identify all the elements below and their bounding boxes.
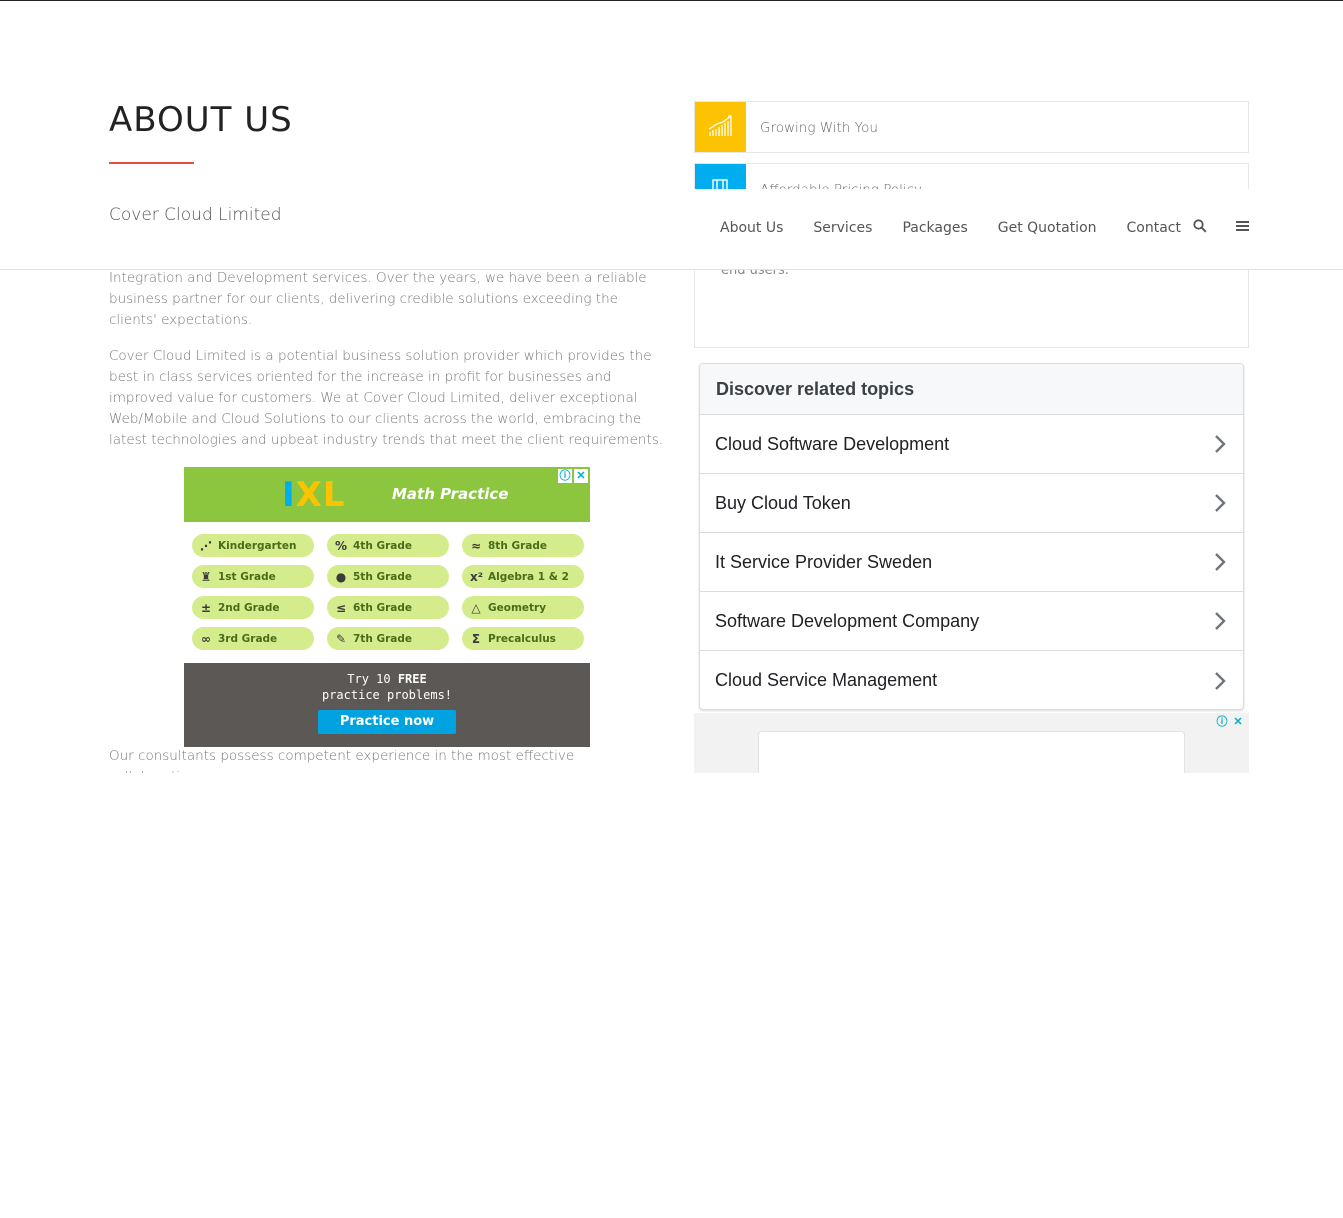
- site-header: Cover Cloud Limited About Us Services Pa…: [0, 189, 1343, 270]
- main-nav: About Us Services Packages Get Quotation…: [720, 220, 1211, 236]
- topic-label: Cloud Software Development: [715, 433, 950, 454]
- topic-row[interactable]: Cloud Service Management: [700, 651, 1243, 709]
- x-squared-icon: x²: [470, 569, 483, 584]
- apple-icon: ●: [335, 569, 347, 584]
- grade-grid: ⋰ Kindergarten % 4th Grade ≈8th Grade ♜ 1st…: [192, 534, 584, 650]
- grade-pill-algebra[interactable]: x² Algebra 1 & 2: [462, 565, 584, 588]
- ixl-advertisement[interactable]: IXL Math Practice ⓘ ✕ ⋰ Kindergarten % 4th…: [184, 467, 590, 747]
- triangle-icon: △: [471, 600, 481, 615]
- ad-close-icon[interactable]: ✕: [574, 469, 588, 483]
- grade-pill-kindergarten[interactable]: ⋰ Kindergarten: [192, 534, 314, 557]
- related-topics-widget: Discover related topics Cloud Software D…: [699, 363, 1244, 710]
- percent-icon: %: [335, 538, 348, 553]
- practice-now-button[interactable]: Practice now: [318, 710, 456, 734]
- feature-growing-with-you[interactable]: Growing With You: [694, 101, 1249, 153]
- chevron-right-icon: [1215, 494, 1226, 512]
- bottom-advertisement[interactable]: ⓘ ✕: [694, 713, 1249, 773]
- nav-get-quotation[interactable]: Get Quotation: [998, 220, 1097, 236]
- grade-pill-8th[interactable]: ≈8th Grade: [462, 534, 584, 557]
- ad-card[interactable]: [758, 731, 1185, 773]
- less-equal-icon: ≤: [335, 600, 347, 615]
- grade-pill-2nd[interactable]: ±2nd Grade: [192, 596, 314, 619]
- title-underline: [109, 162, 194, 164]
- about-paragraph-1: Integration and Development services. Ov…: [109, 270, 647, 328]
- grade-pill-5th[interactable]: ● 5th Grade: [327, 565, 449, 588]
- plus-minus-icon: ±: [200, 600, 212, 615]
- topic-row[interactable]: Software Development Company: [700, 592, 1243, 651]
- pencil-icon: ✎: [335, 631, 347, 646]
- topic-row[interactable]: Buy Cloud Token: [700, 474, 1243, 533]
- chevron-right-icon: [1215, 435, 1226, 453]
- page-viewport: ABOUT US Integration and Development ser…: [0, 0, 1343, 773]
- grade-pill-1st[interactable]: ♜ 1st Grade: [192, 565, 314, 588]
- brand-name[interactable]: Cover Cloud Limited: [109, 205, 282, 225]
- chevron-right-icon: [1215, 612, 1226, 630]
- chevron-right-icon: [1215, 671, 1226, 690]
- grade-pill-6th[interactable]: ≤6th Grade: [327, 596, 449, 619]
- ad-choices[interactable]: ⓘ ✕: [1215, 715, 1245, 729]
- ad-info-icon[interactable]: ⓘ: [558, 469, 572, 483]
- feature-label: Growing With You: [760, 120, 878, 136]
- approx-icon: ≈: [470, 538, 482, 553]
- nav-packages[interactable]: Packages: [902, 220, 967, 236]
- topic-row[interactable]: Cloud Software Development: [700, 415, 1243, 474]
- search-icon[interactable]: [1193, 219, 1207, 237]
- nav-services[interactable]: Services: [813, 220, 872, 236]
- sigma-icon: Σ: [471, 631, 481, 646]
- topic-label: Buy Cloud Token: [715, 492, 851, 513]
- ad-info-icon[interactable]: ⓘ: [1215, 715, 1229, 729]
- topic-row[interactable]: It Service Provider Sweden: [700, 533, 1243, 592]
- grade-pill-7th[interactable]: ✎ 7th Grade: [327, 627, 449, 650]
- topic-label: Software Development Company: [715, 610, 980, 631]
- page-title: ABOUT US: [109, 100, 293, 140]
- topic-label: Cloud Service Management: [715, 670, 938, 690]
- ixl-ad-header: IXL Math Practice ⓘ ✕: [184, 467, 590, 522]
- ad-choices[interactable]: ⓘ ✕: [558, 469, 588, 483]
- ixl-try-text: Try 10 FREE practice problems!: [321, 672, 453, 702]
- ixl-logo: IXL: [282, 475, 345, 515]
- about-paragraph-3: Our consultants possess competent experi…: [109, 748, 575, 773]
- ixl-ad-title: Math Practice: [392, 485, 509, 503]
- hamburger-menu-icon[interactable]: [1236, 219, 1249, 236]
- related-topics-heading: Discover related topics: [700, 364, 1243, 415]
- chevron-right-icon: [1215, 553, 1226, 571]
- nav-about-us[interactable]: About Us: [720, 220, 783, 236]
- ixl-ad-footer: Try 10 FREE practice problems! Practice …: [184, 663, 590, 747]
- dots-icon: ⋰: [200, 538, 212, 553]
- grade-pill-precalculus[interactable]: Σ Precalculus: [462, 627, 584, 650]
- topic-label: It Service Provider Sweden: [715, 551, 933, 572]
- grade-pill-4th[interactable]: % 4th Grade: [327, 534, 449, 557]
- pencil-cup-icon: ♜: [200, 569, 212, 584]
- infinity-icon: ∞: [201, 631, 211, 646]
- about-paragraph-2: Cover Cloud Limited is a potential busin…: [109, 348, 664, 448]
- grade-pill-3rd[interactable]: ∞ 3rd Grade: [192, 627, 314, 650]
- chart-icon: [695, 102, 746, 152]
- grade-pill-geometry[interactable]: △ Geometry: [462, 596, 584, 619]
- nav-contact[interactable]: Contact: [1127, 220, 1181, 236]
- ad-close-icon[interactable]: ✕: [1231, 715, 1245, 729]
